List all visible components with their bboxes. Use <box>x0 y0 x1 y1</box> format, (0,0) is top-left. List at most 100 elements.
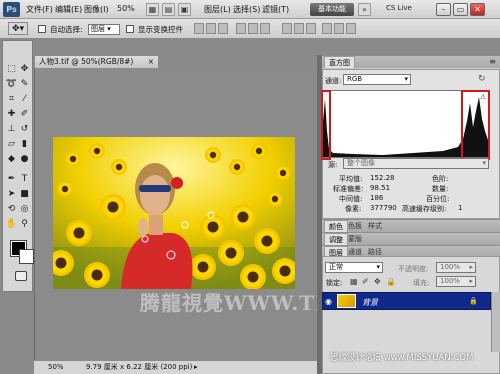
distribute-top-icon[interactable] <box>282 23 292 34</box>
fill-label: 填充: <box>413 279 430 287</box>
show-transform-checkbox[interactable] <box>126 25 134 33</box>
forum-watermark: 思缘设计论坛 www.MISSYUAN.COM <box>330 353 474 363</box>
distribute-bottom-icon[interactable] <box>306 23 316 34</box>
menu-edit[interactable]: 编辑(E) <box>55 4 82 15</box>
gradient-tool-icon[interactable]: ▮ <box>18 138 31 151</box>
status-info[interactable]: 9.79 厘米 x 6.22 厘米 (200 ppi) <box>86 361 192 374</box>
mean-label: 平均值: <box>339 175 363 183</box>
status-arrow-icon[interactable]: ▸ <box>194 361 198 374</box>
background-color-swatch[interactable] <box>19 249 34 264</box>
quick-mask-icon[interactable] <box>15 271 27 281</box>
restore-icon[interactable]: ▭ <box>453 3 468 16</box>
cs-live-button[interactable]: CS Live <box>386 4 412 12</box>
mean-value: 152.28 <box>370 174 395 182</box>
tab-histogram[interactable]: 直方图 <box>324 56 355 68</box>
arrange-icon[interactable]: ▤ <box>162 3 175 16</box>
menu-image[interactable]: 图像(I) <box>84 4 109 15</box>
menu-file[interactable]: 文件(F) <box>26 4 53 15</box>
shape-tool-icon[interactable]: ■ <box>18 188 31 201</box>
cache-value: 1 <box>458 204 463 212</box>
type-tool-icon[interactable]: T <box>18 173 31 186</box>
workspace-chevron-icon[interactable]: » <box>358 3 371 16</box>
zoom-level[interactable]: 50% <box>117 4 135 13</box>
median-label: 中间值: <box>339 195 363 203</box>
image-canvas[interactable] <box>53 137 295 289</box>
hand-view-icon[interactable]: ▦ <box>146 3 159 16</box>
align-left-icon[interactable] <box>236 23 246 34</box>
distribute-right-icon[interactable] <box>346 23 356 34</box>
tab-swatches[interactable]: 色板 <box>344 220 366 232</box>
3d-orbit-icon[interactable]: ◎ <box>18 203 31 216</box>
blend-mode-dropdown[interactable]: 正常 ▾ <box>325 262 383 273</box>
close-icon[interactable]: ✕ <box>470 3 485 16</box>
eraser-tool-icon[interactable]: ▱ <box>5 138 18 151</box>
document-close-icon[interactable]: × <box>148 56 154 68</box>
opacity-field[interactable]: 100% ▸ <box>436 262 476 273</box>
align-bottom-icon[interactable] <box>218 23 228 34</box>
healing-brush-icon[interactable]: ✚ <box>5 108 18 121</box>
median-value: 186 <box>370 194 384 202</box>
status-zoom[interactable]: 50% <box>48 361 64 374</box>
lock-image-icon[interactable]: ✐ <box>362 277 369 286</box>
channel-dropdown[interactable]: RGB ▾ <box>343 74 411 85</box>
lock-transparency-icon[interactable]: ▦ <box>350 277 358 286</box>
eye-icon[interactable]: ◉ <box>325 297 332 306</box>
blur-tool-icon[interactable]: ◆ <box>5 153 18 166</box>
align-right-icon[interactable] <box>260 23 270 34</box>
opacity-label: 不透明度: <box>398 265 429 273</box>
sunflower-photo <box>53 137 295 289</box>
auto-select-checkbox[interactable] <box>38 25 46 33</box>
hand-tool-icon[interactable]: ✋ <box>5 218 18 231</box>
pixels-label: 像素: <box>345 205 362 213</box>
photoshop-logo: Ps <box>3 2 20 17</box>
layer-name[interactable]: 背景 <box>362 297 378 308</box>
distribute-left-icon[interactable] <box>322 23 332 34</box>
quick-select-tool-icon[interactable]: ✎ <box>18 78 31 91</box>
brush-tool-icon[interactable]: ✐ <box>18 108 31 121</box>
layer-thumbnail <box>337 294 356 308</box>
lasso-tool-icon[interactable]: ➰ <box>5 78 18 91</box>
align-top-icon[interactable] <box>194 23 204 34</box>
document-title: 人物3.tif @ 50%(RGB/8#) <box>39 57 134 66</box>
tab-styles[interactable]: 样式 <box>364 220 386 232</box>
histogram-shadow-marker <box>321 90 331 160</box>
tab-masks[interactable]: 蒙版 <box>344 233 366 245</box>
dropdown-arrow-icon: ▾ <box>376 263 380 271</box>
minimize-icon[interactable]: – <box>436 3 451 16</box>
lock-position-icon[interactable]: ✥ <box>374 277 381 286</box>
workspace-button[interactable]: 基本功能 <box>310 3 354 16</box>
pen-tool-icon[interactable]: ✒ <box>5 173 18 186</box>
distribute-vcenter-icon[interactable] <box>294 23 304 34</box>
histogram-panel-header: 直方图 ≡ <box>322 55 500 68</box>
layers-scrollbar[interactable] <box>491 292 500 352</box>
fill-field[interactable]: 100% ▸ <box>436 276 476 287</box>
eyedropper-tool-icon[interactable]: ⁄ <box>18 93 31 106</box>
history-brush-icon[interactable]: ↺ <box>18 123 31 136</box>
align-vcenter-icon[interactable] <box>206 23 216 34</box>
marquee-tool-icon[interactable]: ⬚ <box>5 63 18 76</box>
distribute-hcenter-icon[interactable] <box>334 23 344 34</box>
cache-label: 高速缓存级别: <box>402 205 447 213</box>
lock-all-icon[interactable]: 🔒 <box>386 277 396 286</box>
panel-menu-icon[interactable]: ≡ <box>489 57 496 66</box>
dropdown-arrow-icon: ▾ <box>404 75 408 83</box>
pixels-value: 377790 <box>370 204 397 212</box>
crop-tool-icon[interactable]: ⌗ <box>5 93 18 106</box>
lock-label: 锁定: <box>326 279 343 287</box>
auto-select-dropdown[interactable]: 图层 ▾ <box>88 24 120 35</box>
document-tab[interactable]: 人物3.tif @ 50%(RGB/8#) × <box>34 55 159 68</box>
path-select-icon[interactable]: ➤ <box>5 188 18 201</box>
color-panel-header: 颜色 色板 样式 <box>322 219 500 232</box>
move-tool-icon[interactable]: ✥ <box>18 63 31 76</box>
move-tool-preset-icon[interactable]: ✥▾ <box>8 22 28 35</box>
menu-bar: Ps 文件(F) 编辑(E) 图像(I) ▦ 50% ▤ ▣ 基本功能 » CS… <box>0 0 500 19</box>
dodge-tool-icon[interactable]: ● <box>18 153 31 166</box>
align-hcenter-icon[interactable] <box>248 23 258 34</box>
clone-stamp-icon[interactable]: ⊥ <box>5 123 18 136</box>
refresh-icon[interactable]: ↻ <box>478 74 486 84</box>
zoom-tool-icon[interactable]: ⚲ <box>18 218 31 231</box>
3d-rotate-icon[interactable]: ⟲ <box>5 203 18 216</box>
auto-select-label: 自动选择: <box>50 25 83 34</box>
source-dropdown[interactable]: 整个图像 ▾ <box>343 158 489 169</box>
screen-mode-icon[interactable]: ▣ <box>178 3 191 16</box>
